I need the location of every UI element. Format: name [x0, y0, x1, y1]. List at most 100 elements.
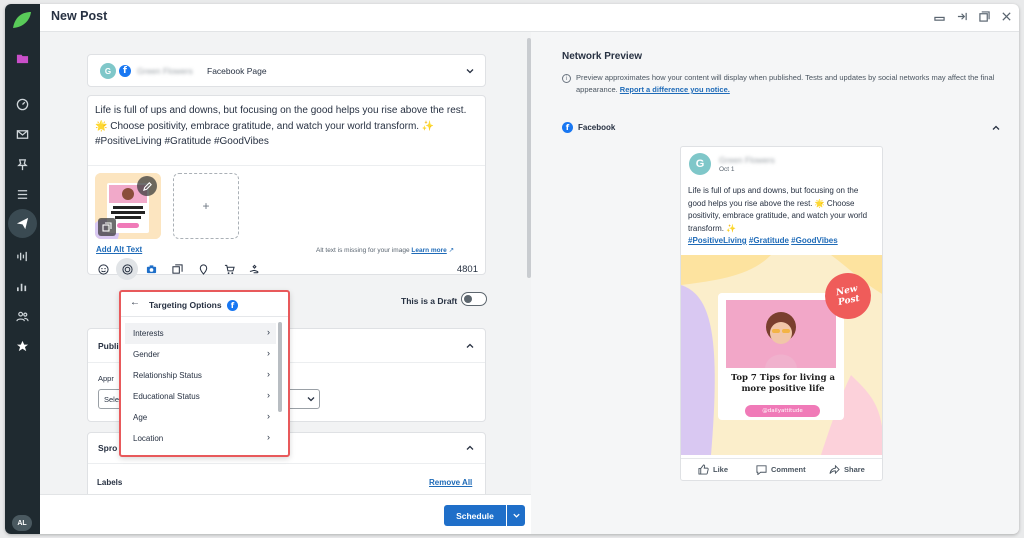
- alt-text-warning: Alt text is missing for your image Learn…: [316, 246, 454, 254]
- targeting-option-label: Location: [133, 434, 164, 443]
- preview-image: Top 7 Tips for living a more positive li…: [681, 255, 882, 455]
- approval-select-value: Sele: [104, 395, 120, 404]
- post-composer[interactable]: Life is full of ups and downs, but focus…: [87, 95, 486, 275]
- targeting-option-label: Relationship Status: [133, 371, 202, 380]
- draft-label: This is a Draft: [401, 296, 458, 306]
- alt-text-warning-text: Alt text is missing for your image: [316, 247, 410, 254]
- minimize-icon[interactable]: [932, 9, 946, 23]
- chevron-right-icon: ›: [267, 348, 270, 358]
- popover-scrollbar[interactable]: [278, 322, 282, 412]
- chevron-up-icon-preview[interactable]: [991, 123, 1001, 133]
- chevron-right-icon: ›: [267, 327, 270, 337]
- schedule-dropdown-button[interactable]: [507, 505, 525, 526]
- listening-icon[interactable]: [13, 247, 32, 266]
- schedule-button[interactable]: Schedule: [444, 505, 506, 526]
- location-pin-icon[interactable]: [196, 262, 210, 276]
- preview-account-name: Green Flowers: [719, 155, 775, 165]
- info-icon: i: [562, 74, 571, 83]
- share-action[interactable]: Share: [829, 464, 865, 475]
- pin-icon[interactable]: [13, 155, 32, 174]
- window-title: New Post: [51, 9, 108, 23]
- compose-pane: G f Green Flowers Facebook Page Life is …: [40, 32, 531, 534]
- preview-text-body: Life is full of ups and downs, but focus…: [688, 186, 868, 233]
- inbox-icon[interactable]: [13, 125, 32, 144]
- post-text-line-1: Life is full of ups and downs, but focus…: [95, 105, 467, 116]
- comment-action[interactable]: Comment: [756, 464, 806, 475]
- back-arrow-icon[interactable]: ←: [130, 297, 140, 308]
- preview-image-headline: Top 7 Tips for living a more positive li…: [730, 373, 836, 394]
- targeting-option-location[interactable]: Location ›: [125, 428, 276, 449]
- chevron-right-icon: ›: [267, 390, 270, 400]
- preview-hashtag[interactable]: #PositiveLiving: [688, 236, 747, 245]
- copy-icon[interactable]: [170, 262, 184, 276]
- preview-date: Oct 1: [719, 166, 735, 173]
- emoji-icon[interactable]: [96, 262, 110, 276]
- chevron-up-icon[interactable]: [465, 341, 475, 351]
- targeting-option-gender[interactable]: Gender ›: [125, 344, 276, 365]
- facebook-icon: f: [119, 65, 131, 77]
- publishing-section-title: Publi: [98, 341, 119, 351]
- preview-hashtag[interactable]: #GoodVibes: [791, 236, 838, 245]
- star-icon[interactable]: [13, 337, 32, 356]
- title-bar: New Post: [40, 4, 1019, 32]
- user-avatar[interactable]: AL: [12, 515, 32, 531]
- list-icon[interactable]: [13, 185, 32, 204]
- account-name: Green Flowers: [137, 66, 193, 76]
- composer-divider: [88, 165, 485, 166]
- draft-toggle[interactable]: [461, 292, 487, 306]
- app-window: AL New Post G f Green Flowers Facebook P…: [5, 4, 1019, 534]
- popover-title: Targeting Options: [149, 300, 222, 310]
- add-alt-text-link[interactable]: Add Alt Text: [96, 245, 142, 254]
- account-selector[interactable]: G f Green Flowers Facebook Page: [87, 54, 486, 87]
- collapse-panel-icon[interactable]: [955, 9, 969, 23]
- remove-all-link[interactable]: Remove All: [429, 478, 472, 487]
- post-text-line-2: 🌟 Choose positivity, embrace gratitude, …: [95, 120, 435, 132]
- share-icon: [829, 464, 840, 475]
- folder-icon[interactable]: [13, 49, 32, 68]
- chevron-up-icon-2[interactable]: [465, 443, 475, 453]
- labels-title: Labels: [97, 478, 123, 487]
- sprout-logo-icon[interactable]: [11, 10, 33, 30]
- targeting-option-education[interactable]: Educational Status ›: [125, 386, 276, 407]
- gallery-icon[interactable]: [98, 218, 116, 236]
- learn-more-link[interactable]: Learn more: [411, 247, 446, 254]
- preview-title: Network Preview: [562, 51, 643, 62]
- network-preview-pane: Network Preview i Preview approximates h…: [531, 32, 1019, 534]
- people-icon[interactable]: [13, 307, 32, 326]
- media-thumbnail[interactable]: [95, 173, 161, 239]
- preview-actions: Like Comment Share: [681, 458, 882, 480]
- like-action[interactable]: Like: [698, 464, 728, 475]
- reports-icon[interactable]: [13, 277, 32, 296]
- post-text[interactable]: Life is full of ups and downs, but focus…: [95, 103, 483, 150]
- chevron-down-icon[interactable]: [465, 66, 475, 76]
- targeting-option-interests[interactable]: Interests ›: [125, 323, 276, 344]
- cart-icon[interactable]: [222, 262, 236, 276]
- targeting-option-relationship[interactable]: Relationship Status ›: [125, 365, 276, 386]
- camera-icon[interactable]: [144, 262, 158, 276]
- preview-network-label: Facebook: [578, 123, 616, 132]
- targeting-option-label: Interests: [133, 329, 164, 338]
- like-label: Like: [713, 465, 729, 474]
- comment-icon: [756, 465, 767, 475]
- targeting-option-label: Gender: [133, 350, 160, 359]
- hand-icon[interactable]: [247, 262, 261, 276]
- add-media-button[interactable]: +: [173, 173, 239, 239]
- popout-icon[interactable]: [977, 9, 991, 23]
- dashboard-icon[interactable]: [13, 95, 32, 114]
- send-icon[interactable]: [13, 214, 32, 233]
- chevron-right-icon: ›: [267, 411, 270, 421]
- external-link-icon: ↗: [448, 247, 455, 254]
- edit-image-icon[interactable]: [137, 176, 157, 196]
- preview-hashtag[interactable]: #Gratitude: [749, 236, 789, 245]
- targeting-icon[interactable]: [120, 262, 134, 276]
- approval-label: Appr: [98, 374, 114, 383]
- targeting-option-age[interactable]: Age ›: [125, 407, 276, 428]
- character-count: 4801: [456, 264, 478, 275]
- nav-rail: AL: [5, 4, 40, 534]
- section-divider-2: [88, 463, 485, 464]
- chevron-right-icon: ›: [267, 432, 270, 442]
- close-icon[interactable]: [999, 9, 1013, 23]
- thumbs-up-icon: [698, 464, 709, 475]
- account-type: Facebook Page: [207, 66, 267, 76]
- report-difference-link[interactable]: Report a difference you notice.: [620, 85, 730, 94]
